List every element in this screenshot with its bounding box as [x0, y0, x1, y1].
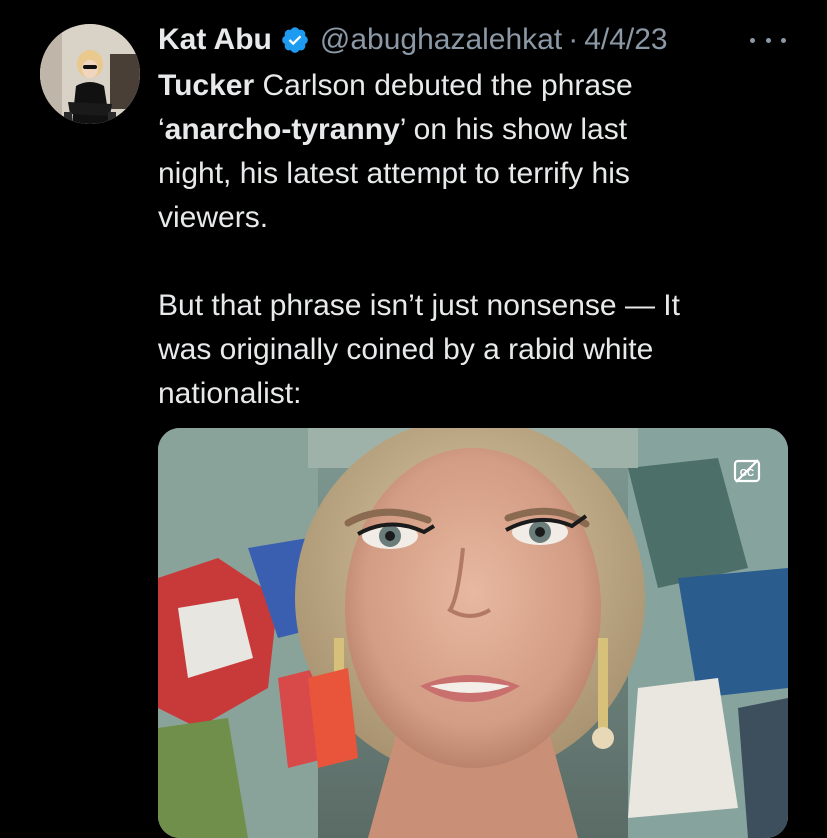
tweet-text-line: night, his latest attempt to terrify his [158, 157, 630, 190]
video-thumbnail [158, 428, 788, 838]
tweet-text: Tucker Carlson debuted the phrase ‘anarc… [158, 64, 758, 416]
closed-captions-off-icon[interactable]: CC [732, 458, 762, 484]
video-media[interactable]: CC [158, 428, 788, 838]
text-span: ’ on his show last [399, 113, 628, 146]
tweet-text-line: ‘anarcho-tyranny’ on his show last [158, 108, 758, 152]
more-options-icon[interactable] [750, 28, 786, 52]
tweet-text-line: nationalist: [158, 377, 302, 410]
tweet-text-line: Tucker Carlson debuted the phrase [158, 64, 758, 108]
tweet-header: Kat Abu @abughazalehkat · 4/4/23 [158, 20, 668, 60]
display-name[interactable]: Kat Abu [158, 23, 272, 57]
text-span: ‘ [158, 113, 165, 146]
tweet-date[interactable]: 4/4/23 [584, 23, 667, 57]
separator-dot: · [568, 23, 579, 56]
text-span: Carlson debuted the phrase [254, 69, 633, 102]
bold-text: Tucker [158, 69, 255, 102]
avatar[interactable] [40, 24, 140, 124]
verified-badge-icon [280, 25, 310, 55]
tweet[interactable]: Kat Abu @abughazalehkat · 4/4/23 Tucker … [0, 0, 827, 838]
avatar-image [40, 24, 140, 124]
tweet-text-line: viewers. [158, 201, 269, 234]
bold-text: anarcho-tyranny [164, 113, 400, 146]
tweet-text-line: But that phrase isn’t just nonsense — It [158, 289, 680, 322]
tweet-text-line: was originally coined by a rabid white [158, 333, 654, 366]
user-handle[interactable]: @abughazalehkat [320, 23, 562, 57]
